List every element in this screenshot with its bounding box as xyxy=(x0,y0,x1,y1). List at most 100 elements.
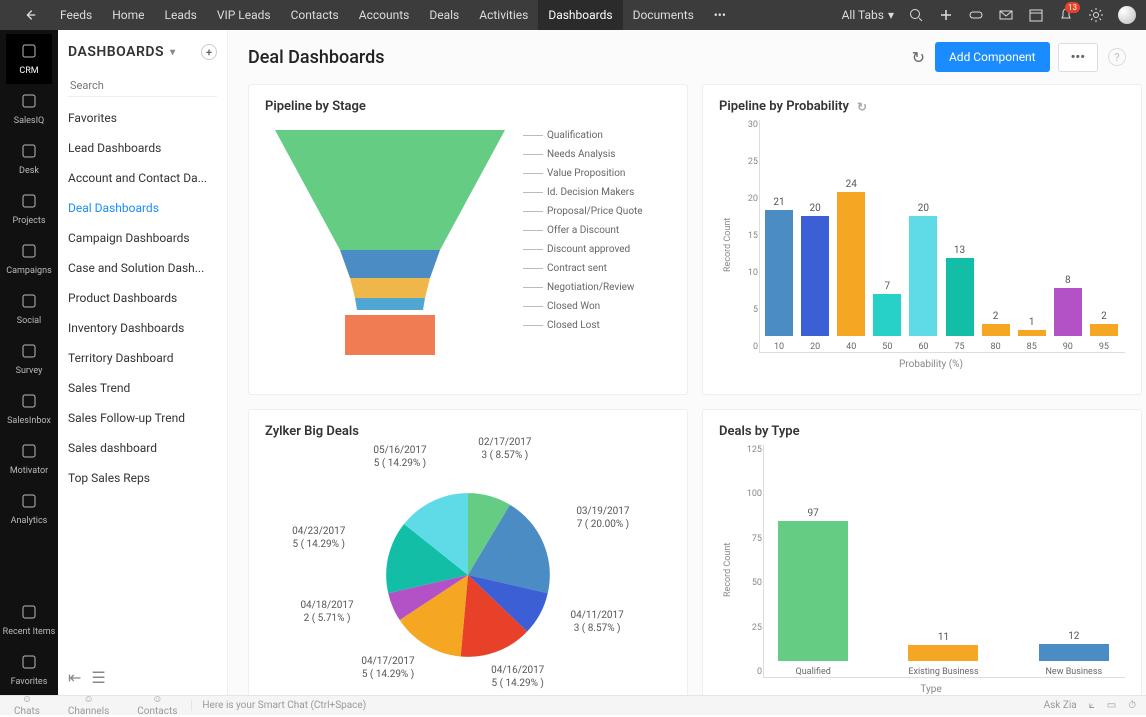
list-view-icon[interactable]: ☰ xyxy=(91,668,105,687)
refresh-icon[interactable]: ↻ xyxy=(857,100,867,114)
bar[interactable] xyxy=(765,210,793,336)
sidebar-item[interactable]: Sales dashboard xyxy=(58,433,227,463)
bottombar-item-contacts[interactable]: ☺Contacts xyxy=(123,694,191,717)
sidebar-item[interactable]: Inventory Dashboards xyxy=(58,313,227,343)
sidebar-item[interactable]: Sales Follow-up Trend xyxy=(58,403,227,433)
leftnav-item-salesinbox[interactable]: SalesInbox xyxy=(6,384,51,434)
pie-chart xyxy=(368,475,568,675)
topbar-tab-dashboards[interactable]: Dashboards xyxy=(538,0,622,30)
bar[interactable] xyxy=(909,216,937,336)
x-tick: 80 xyxy=(991,342,1001,352)
leftnav-item-projects[interactable]: Projects xyxy=(6,184,51,234)
bar[interactable] xyxy=(982,324,1010,336)
sidebar-item[interactable]: Lead Dashboards xyxy=(58,133,227,163)
person-icon: ☺ xyxy=(22,694,32,705)
bar[interactable] xyxy=(908,645,978,661)
leftnav-item-analytics[interactable]: Analytics xyxy=(6,484,51,534)
sidebar-item[interactable]: Territory Dashboard xyxy=(58,343,227,373)
sidebar-item[interactable]: Favorites xyxy=(58,103,227,133)
clock-icon[interactable]: ⏱ xyxy=(1128,700,1136,711)
topbar-tab-vip-leads[interactable]: VIP Leads xyxy=(207,0,281,30)
chart-icon[interactable]: ⟀ xyxy=(1089,700,1095,711)
bar-column: 2110 xyxy=(764,197,794,352)
chevron-down-icon[interactable]: ▾ xyxy=(170,47,175,58)
x-tick: 10 xyxy=(774,342,784,352)
y-axis-label: Record Count xyxy=(719,445,737,695)
bar[interactable] xyxy=(873,294,901,336)
sidebar-item[interactable]: Campaign Dashboards xyxy=(58,223,227,253)
collapse-icon[interactable]: ⇤ xyxy=(68,668,81,687)
sidebar-item[interactable]: Account and Contact Da... xyxy=(58,163,227,193)
topbar-tab-accounts[interactable]: Accounts xyxy=(349,0,420,30)
leftnav-item-crm[interactable]: CRM xyxy=(6,34,51,84)
sidebar-footer: ⇤ ☰ xyxy=(58,660,227,695)
leftnav-item-recent-items[interactable]: Recent Items xyxy=(3,595,56,645)
search-icon[interactable] xyxy=(908,7,924,23)
leftnav-label: SalesIQ xyxy=(14,116,45,126)
bar[interactable] xyxy=(1018,330,1046,336)
gamepad-icon[interactable] xyxy=(968,7,984,23)
more-actions-button[interactable]: ••• xyxy=(1058,43,1098,72)
add-component-button[interactable]: Add Component xyxy=(935,42,1050,72)
bar[interactable] xyxy=(837,192,865,336)
bar[interactable] xyxy=(801,216,829,336)
funnel-stage-label: Contract sent xyxy=(523,263,643,274)
help-icon[interactable]: ? xyxy=(1108,48,1126,66)
plus-icon[interactable] xyxy=(938,7,954,23)
leftnav-label: Analytics xyxy=(11,516,48,526)
search-input[interactable] xyxy=(68,75,217,97)
bar[interactable] xyxy=(778,521,848,661)
leftnav-item-salesiq[interactable]: SalesIQ xyxy=(6,84,51,134)
gear-icon[interactable] xyxy=(1088,7,1104,23)
smart-chat-input[interactable]: Here is your Smart Chat (Ctrl+Space) xyxy=(191,700,1043,711)
add-dashboard-icon[interactable]: + xyxy=(201,44,217,60)
leftnav-item-survey[interactable]: Survey xyxy=(6,334,51,384)
avatar-icon[interactable] xyxy=(1118,6,1136,24)
funnel-stage-label: Needs Analysis xyxy=(523,149,643,160)
more-icon[interactable]: ••• xyxy=(712,7,728,23)
topbar-tab-activities[interactable]: Activities xyxy=(469,0,538,30)
bar-column: 295 xyxy=(1089,311,1119,352)
leftnav-item-favorites[interactable]: Favorites xyxy=(3,645,56,695)
card-title: Zylker Big Deals xyxy=(265,424,671,439)
bar[interactable] xyxy=(1039,644,1109,661)
bell-icon[interactable]: 13 xyxy=(1058,7,1074,23)
leftnav-label: SalesInbox xyxy=(7,416,51,426)
leftnav-item-desk[interactable]: Desk xyxy=(6,134,51,184)
bar[interactable] xyxy=(946,258,974,336)
bar[interactable] xyxy=(1090,324,1118,336)
bar[interactable] xyxy=(1054,288,1082,336)
bottombar-item-chats[interactable]: ☺Chats xyxy=(0,694,54,717)
bottombar-item-channels[interactable]: ☺Channels xyxy=(54,694,123,717)
card-icon[interactable]: ▭ xyxy=(1107,700,1116,711)
sidebar-item[interactable]: Top Sales Reps xyxy=(58,463,227,493)
back-icon[interactable] xyxy=(10,8,50,22)
person-icon: ☺ xyxy=(152,694,162,705)
topbar-tab-contacts[interactable]: Contacts xyxy=(281,0,349,30)
bar-value: 97 xyxy=(808,508,819,519)
sidebar-item[interactable]: Deal Dashboards xyxy=(58,193,227,223)
sidebar-item[interactable]: Product Dashboards xyxy=(58,283,227,313)
funnel-stage-label: Negotiation/Review xyxy=(523,282,643,293)
topbar-tab-leads[interactable]: Leads xyxy=(155,0,207,30)
bar-column: 750 xyxy=(872,281,902,352)
leftnav-item-motivator[interactable]: Motivator xyxy=(6,434,51,484)
mail-icon[interactable] xyxy=(998,7,1014,23)
all-tabs-dropdown[interactable]: All Tabs ▾ xyxy=(842,8,894,22)
funnel-stage-label: Closed Lost xyxy=(523,320,643,331)
ask-zia-button[interactable]: Ask Zia xyxy=(1044,700,1077,711)
sidebar-item[interactable]: Sales Trend xyxy=(58,373,227,403)
x-tick: 50 xyxy=(882,342,892,352)
topbar-tab-deals[interactable]: Deals xyxy=(419,0,469,30)
topbar-tab-documents[interactable]: Documents xyxy=(623,0,704,30)
leftnav-item-campaigns[interactable]: Campaigns xyxy=(6,234,51,284)
refresh-icon[interactable]: ↻ xyxy=(912,48,925,67)
leftnav-item-social[interactable]: Social xyxy=(6,284,51,334)
topbar-tab-feeds[interactable]: Feeds xyxy=(50,0,102,30)
calendar-icon[interactable] xyxy=(1028,7,1044,23)
pie-slice-label: 04/16/20175 ( 14.29% ) xyxy=(491,664,544,690)
leftnav-label: Survey xyxy=(16,366,43,376)
sidebar-item[interactable]: Case and Solution Dash... xyxy=(58,253,227,283)
social-icon xyxy=(20,292,38,313)
topbar-tab-home[interactable]: Home xyxy=(102,0,154,30)
